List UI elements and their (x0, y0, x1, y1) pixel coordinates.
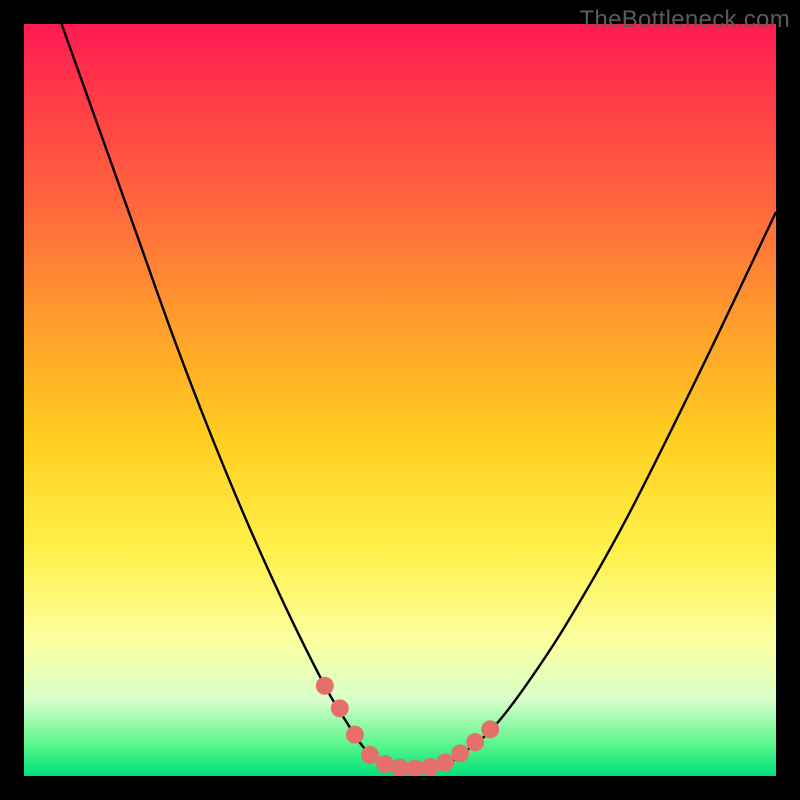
watermark-text: TheBottleneck.com (579, 6, 790, 34)
chart-frame: TheBottleneck.com (0, 0, 800, 800)
gradient-background (24, 24, 776, 776)
